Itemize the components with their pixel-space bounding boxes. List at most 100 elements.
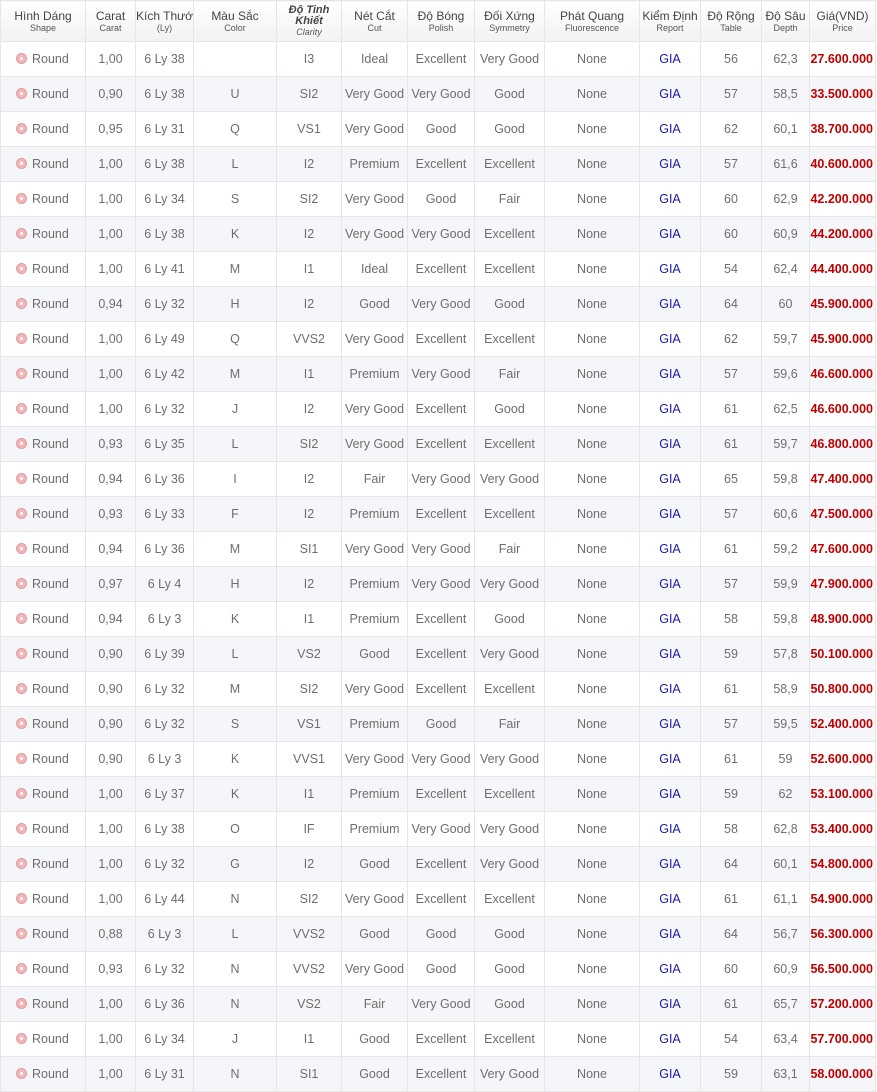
table-row[interactable]: Round 1,00 6 Ly 34 S SI2 Very Good Good Fair Non… (0, 181, 876, 217)
cell-report[interactable]: GIA (639, 1056, 701, 1092)
table-row[interactable]: Round 1,00 6 Ly 32 J I2 Very Good Excellent Goo… (0, 391, 876, 427)
cell-report[interactable]: GIA (639, 636, 701, 672)
cell-report[interactable]: GIA (639, 181, 701, 217)
cell-report[interactable]: GIA (639, 321, 701, 357)
cell-depth: 60,6 (761, 496, 810, 532)
header-size[interactable]: Kích Thước (Ly) (135, 0, 194, 42)
header-table[interactable]: Độ Rộng Table (700, 0, 762, 42)
table-row[interactable]: Round 0,94 6 Ly 3 K I1 Premium Excellent Good No… (0, 601, 876, 637)
cell-report[interactable]: GIA (639, 531, 701, 567)
cell-report[interactable]: GIA (639, 566, 701, 602)
header-polish[interactable]: Độ Bóng Polish (407, 0, 475, 42)
cell-report[interactable]: GIA (639, 41, 701, 77)
cell-polish: Very Good (407, 461, 475, 497)
cell-size: 6 Ly 34 (135, 181, 194, 217)
cell-size: 6 Ly 41 (135, 251, 194, 287)
header-price[interactable]: Giá(VND) Price (809, 0, 876, 42)
cell-report[interactable]: GIA (639, 146, 701, 182)
cell-depth: 61,6 (761, 146, 810, 182)
cell-report[interactable]: GIA (639, 216, 701, 252)
table-row[interactable]: Round 1,00 6 Ly 37 K I1 Premium Excellent Excel… (0, 776, 876, 812)
cell-clarity: SI1 (276, 1056, 342, 1092)
table-row[interactable]: Round 0,93 6 Ly 35 L SI2 Very Good Excellent Ex… (0, 426, 876, 462)
cell-size: 6 Ly 3 (135, 601, 194, 637)
cell-report[interactable]: GIA (639, 776, 701, 812)
cell-fluorescence: None (544, 601, 640, 637)
cell-color: K (193, 601, 277, 637)
table-row[interactable]: Round 0,88 6 Ly 3 L VVS2 Good Good Good None GIA 6… (0, 916, 876, 952)
cell-report[interactable]: GIA (639, 986, 701, 1022)
cell-report[interactable]: GIA (639, 391, 701, 427)
cell-carat: 1,00 (85, 391, 136, 427)
table-row[interactable]: Round 0,90 6 Ly 39 L VS2 Good Excellent Very Go… (0, 636, 876, 672)
cell-color: Q (193, 111, 277, 147)
cell-price: 52.400.000 (809, 706, 876, 742)
cell-report[interactable]: GIA (639, 496, 701, 532)
table-row[interactable]: Round 1,00 6 Ly 38 I3 Ideal Excellent Very Goo… (0, 41, 876, 77)
table-row[interactable]: Round 1,00 6 Ly 49 Q VVS2 Very Good Excellent E… (0, 321, 876, 357)
header-carat[interactable]: Carat Carat (85, 0, 136, 42)
cell-report[interactable]: GIA (639, 671, 701, 707)
table-row[interactable]: Round 1,00 6 Ly 38 O IF Premium Very Good Very … (0, 811, 876, 847)
table-row[interactable]: Round 0,90 6 Ly 32 M SI2 Very Good Excellent Ex… (0, 671, 876, 707)
cell-report[interactable]: GIA (639, 601, 701, 637)
cell-report[interactable]: GIA (639, 846, 701, 882)
table-row[interactable]: Round 1,00 6 Ly 32 G I2 Good Excellent Very Goo… (0, 846, 876, 882)
table-row[interactable]: Round 0,94 6 Ly 32 H I2 Good Very Good Good None… (0, 286, 876, 322)
table-row[interactable]: Round 1,00 6 Ly 44 N SI2 Very Good Excellent Ex… (0, 881, 876, 917)
cell-report[interactable]: GIA (639, 356, 701, 392)
cell-table: 64 (700, 846, 762, 882)
cell-report[interactable]: GIA (639, 741, 701, 777)
table-row[interactable]: Round 0,97 6 Ly 4 H I2 Premium Very Good Very G… (0, 566, 876, 602)
table-row[interactable]: Round 0,90 6 Ly 3 K VVS1 Very Good Very Good Ve… (0, 741, 876, 777)
cell-report[interactable]: GIA (639, 1021, 701, 1057)
cell-report[interactable]: GIA (639, 881, 701, 917)
cell-color: N (193, 881, 277, 917)
cell-report[interactable]: GIA (639, 916, 701, 952)
header-shape[interactable]: Hình Dáng Shape (0, 0, 86, 42)
cell-report[interactable]: GIA (639, 811, 701, 847)
cell-symmetry: Excellent (474, 776, 545, 812)
cell-color: F (193, 496, 277, 532)
cell-report[interactable]: GIA (639, 461, 701, 497)
table-row[interactable]: Round 1,00 6 Ly 38 L I2 Premium Excellent Excel… (0, 146, 876, 182)
table-row[interactable]: Round 1,00 6 Ly 36 N VS2 Fair Very Good Good Non… (0, 986, 876, 1022)
cell-symmetry: Very Good (474, 566, 545, 602)
cell-report[interactable]: GIA (639, 426, 701, 462)
cell-report[interactable]: GIA (639, 706, 701, 742)
table-row[interactable]: Round 1,00 6 Ly 31 N SI1 Good Excellent Very Go… (0, 1056, 876, 1092)
cell-report[interactable]: GIA (639, 76, 701, 112)
cell-cut: Fair (341, 986, 408, 1022)
cell-price: 52.600.000 (809, 741, 876, 777)
shape-label: Round (32, 682, 69, 696)
header-fluorescence[interactable]: Phát Quang Fluorescence (544, 0, 640, 42)
cell-report[interactable]: GIA (639, 951, 701, 987)
table-row[interactable]: Round 0,90 6 Ly 32 S VS1 Premium Good Fair None G… (0, 706, 876, 742)
table-row[interactable]: Round 0,95 6 Ly 31 Q VS1 Very Good Good Good Non… (0, 111, 876, 147)
table-row[interactable]: Round 0,93 6 Ly 33 F I2 Premium Excellent Excel… (0, 496, 876, 532)
table-row[interactable]: Round 1,00 6 Ly 42 M I1 Premium Very Good Fair N… (0, 356, 876, 392)
header-symmetry[interactable]: Đối Xứng Symmetry (474, 0, 545, 42)
cell-report[interactable]: GIA (639, 286, 701, 322)
table-row[interactable]: Round 0,94 6 Ly 36 M SI1 Very Good Very Good Fa… (0, 531, 876, 567)
cell-report[interactable]: GIA (639, 111, 701, 147)
header-color[interactable]: Màu Sắc Color (193, 0, 277, 42)
diamond-round-icon (16, 1068, 27, 1079)
cell-price: 50.800.000 (809, 671, 876, 707)
table-row[interactable]: Round 1,00 6 Ly 41 M I1 Ideal Excellent Excelle… (0, 251, 876, 287)
header-clarity[interactable]: Độ Tinh Khiết Clarity (276, 0, 342, 42)
header-depth[interactable]: Độ Sâu Depth (761, 0, 810, 42)
cell-symmetry: Very Good (474, 461, 545, 497)
cell-symmetry: Very Good (474, 846, 545, 882)
cell-shape: Round (0, 41, 86, 77)
header-report[interactable]: Kiểm Định Report (639, 0, 701, 42)
table-row[interactable]: Round 0,93 6 Ly 32 N VVS2 Very Good Good Good No… (0, 951, 876, 987)
table-row[interactable]: Round 0,94 6 Ly 36 I I2 Fair Very Good Very Goo… (0, 461, 876, 497)
table-row[interactable]: Round 1,00 6 Ly 34 J I1 Good Excellent Excellen… (0, 1021, 876, 1057)
cell-price: 48.900.000 (809, 601, 876, 637)
header-cut[interactable]: Nét Cắt Cut (341, 0, 408, 42)
table-row[interactable]: Round 1,00 6 Ly 38 K I2 Very Good Very Good Exc… (0, 216, 876, 252)
cell-clarity: I1 (276, 356, 342, 392)
table-row[interactable]: Round 0,90 6 Ly 38 U SI2 Very Good Very Good Go… (0, 76, 876, 112)
cell-report[interactable]: GIA (639, 251, 701, 287)
